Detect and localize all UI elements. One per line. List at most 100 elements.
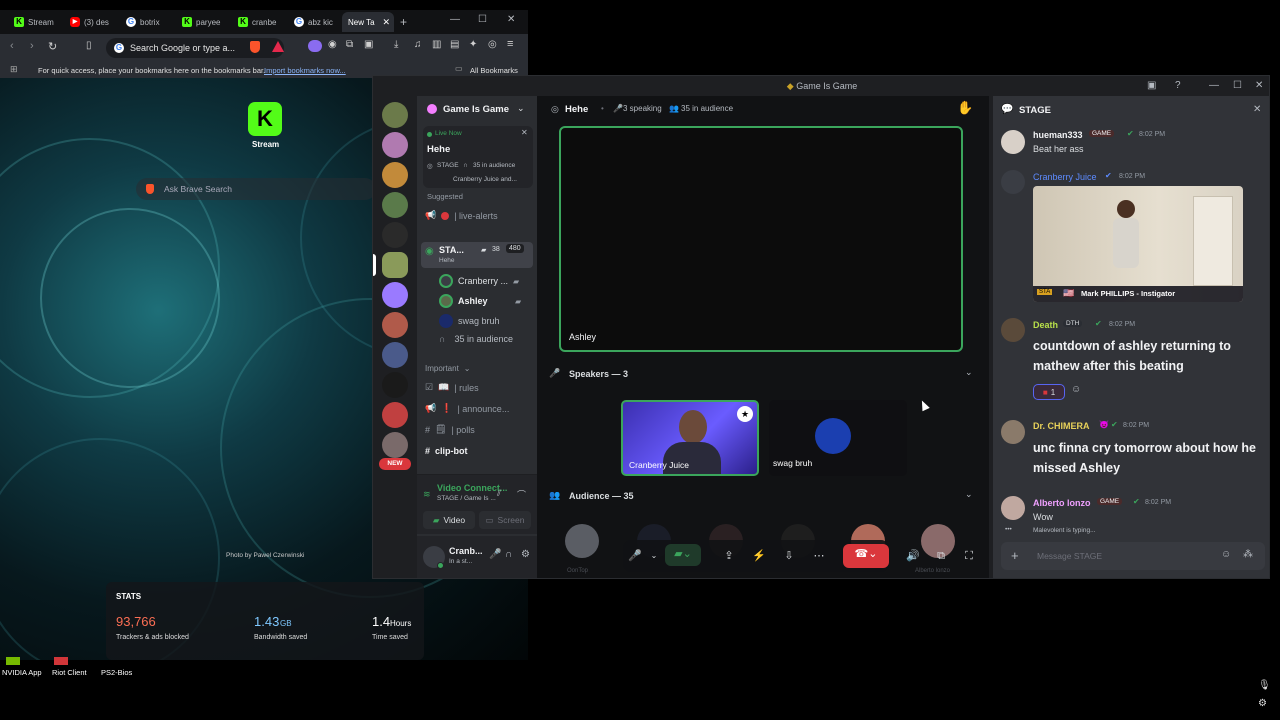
tab-botrix[interactable]: G botrix [120, 12, 172, 32]
close-window-icon[interactable]: ✕ [507, 14, 515, 25]
minimize-icon[interactable]: — [1209, 76, 1219, 96]
popout-icon[interactable]: ⧉ [931, 546, 951, 566]
channel-polls[interactable]: # 🗒 | polls [425, 424, 475, 435]
disconnect-icon[interactable]: ⌒ [517, 488, 526, 501]
server-icon[interactable] [382, 372, 408, 398]
chevron-down-icon[interactable]: ⌄ [965, 367, 973, 378]
minimize-icon[interactable]: — [450, 14, 460, 25]
share-screen-icon[interactable]: ⇪ [719, 546, 739, 566]
all-bookmarks-button[interactable]: All Bookmarks [470, 66, 518, 75]
help-icon[interactable]: ? [1175, 76, 1181, 96]
tab-abz[interactable]: G abz kic [288, 12, 340, 32]
raise-hand-icon[interactable]: ✋ [957, 100, 973, 116]
maximize-icon[interactable]: ☐ [478, 14, 487, 25]
main-video-tile[interactable]: Ashley [559, 126, 963, 352]
tab-youtube[interactable]: ▶ (3) des [64, 12, 116, 32]
server-icon[interactable] [382, 162, 408, 188]
server-icon[interactable] [382, 342, 408, 368]
chevron-down-icon[interactable]: ⌄ [517, 103, 525, 114]
member-cranberry[interactable]: Cranberry ... ▰ [439, 274, 519, 288]
settings-tray-icon[interactable]: ⚙ [1258, 698, 1267, 709]
avatar[interactable] [1001, 130, 1025, 154]
message-author[interactable]: Cranberry Juice [1033, 172, 1097, 182]
vpn-icon[interactable]: ◎ [488, 39, 497, 50]
channel-clip-bot[interactable]: # clip-bot [425, 446, 468, 456]
tab-new[interactable]: New Ta ✕ [342, 12, 394, 32]
channel-stage-active[interactable]: ◉ STA... ▰ 38 480 Hehe [421, 242, 533, 268]
reload-icon[interactable]: ↻ [48, 40, 57, 53]
video-button[interactable]: ▰ Video [423, 511, 475, 529]
import-bookmarks-link[interactable]: Import bookmarks now... [264, 66, 346, 75]
avatar[interactable] [1001, 170, 1025, 194]
server-icon[interactable] [382, 222, 408, 248]
server-icon[interactable] [382, 402, 408, 428]
riot-icon[interactable] [54, 657, 68, 665]
tab-stream[interactable]: K Stream [8, 12, 60, 32]
move-to-audience-icon[interactable]: ⇩ [779, 546, 799, 566]
member-ashley[interactable]: Ashley ▰ [439, 294, 521, 308]
brave-shields-icon[interactable] [250, 41, 260, 53]
tab-paryee[interactable]: K paryee [176, 12, 228, 32]
new-tab-icon[interactable]: + [400, 15, 407, 29]
server-icon[interactable] [382, 282, 408, 308]
camera-button[interactable]: ▰⌄ [665, 544, 701, 566]
avatar[interactable] [1001, 420, 1025, 444]
taskbar-ps2[interactable]: PS2-Bios [101, 668, 132, 677]
sidebar-icon[interactable]: ▥ [432, 39, 441, 50]
gear-icon[interactable]: ⚙ [521, 549, 530, 560]
apps-icon[interactable]: ⁂ [1243, 549, 1253, 560]
screen-button[interactable]: ▭ Screen [479, 511, 531, 529]
tab-cranbe[interactable]: K cranbe [232, 12, 284, 32]
inbox-icon[interactable]: ▣ [1147, 76, 1156, 96]
photo-credit[interactable]: Photo by Pawel Czerwinski [226, 552, 304, 559]
maximize-icon[interactable]: ☐ [1233, 76, 1242, 96]
download-icon[interactable]: ⤓ [394, 39, 398, 50]
close-tab-icon[interactable]: ✕ [382, 17, 390, 28]
channel-announcements[interactable]: 📢 ❗ | announce... [425, 403, 509, 414]
extension-icon[interactable]: ◉ [328, 39, 337, 50]
speaker-tile-cranberry[interactable]: ★ Cranberry Juice [621, 400, 759, 476]
reaction[interactable]: ■ 1 [1033, 384, 1065, 400]
message-author[interactable]: Alberto lonzo [1033, 498, 1091, 508]
leo-icon[interactable] [308, 40, 322, 52]
microphone-icon[interactable]: 🎤 [625, 546, 645, 566]
back-icon[interactable]: ‹ [10, 40, 14, 52]
mic-tray-icon[interactable]: 🎙 [1258, 680, 1271, 691]
server-icon[interactable] [382, 312, 408, 338]
add-attachment-icon[interactable]: + [1011, 548, 1019, 563]
volume-icon[interactable]: 🔊 [903, 546, 923, 566]
microphone-icon[interactable]: 🎤 [489, 549, 501, 560]
leave-call-button[interactable]: ☎⌄ [843, 544, 889, 568]
headphones-icon[interactable]: ∩ [505, 549, 512, 560]
member-swag-bruh[interactable]: swag bruh [439, 314, 500, 328]
username[interactable]: Cranb... [449, 546, 483, 556]
server-icon[interactable] [382, 102, 408, 128]
chevron-down-icon[interactable]: ⌄ [644, 546, 664, 566]
gif-embed[interactable]: STA 🇺🇸 Mark PHILLIPS - Instigator [1033, 186, 1243, 302]
avatar[interactable] [1001, 318, 1025, 342]
brave-search-box[interactable]: Ask Brave Search [136, 178, 376, 200]
kick-icon[interactable]: K [248, 102, 282, 136]
server-icon[interactable] [382, 432, 408, 458]
emoji-icon[interactable]: ☺ [1221, 549, 1231, 560]
audience-avatar[interactable] [565, 524, 599, 558]
ai-icon[interactable]: ✦ [469, 39, 477, 50]
menu-icon[interactable]: ≡ [507, 38, 513, 50]
bookmark-icon[interactable]: ▯ [86, 40, 92, 51]
more-icon[interactable]: ⋯ [809, 546, 829, 566]
brave-rewards-icon[interactable] [272, 41, 284, 52]
speaker-tile-swag-bruh[interactable]: swag bruh [769, 400, 907, 476]
nvidia-icon[interactable] [6, 657, 20, 665]
close-window-icon[interactable]: ✕ [1255, 76, 1263, 96]
media-icon[interactable]: ♫ [414, 39, 422, 50]
channel-rules[interactable]: ☑ 📖 | rules [425, 382, 479, 393]
avatar[interactable] [1001, 496, 1025, 520]
activity-icon[interactable]: ⚡ [749, 546, 769, 566]
close-icon[interactable]: ✕ [1253, 104, 1261, 115]
apps-icon[interactable]: ⊞ [10, 64, 18, 75]
wallet-2-icon[interactable]: ▤ [450, 39, 459, 50]
noise-suppression-icon[interactable]: ⫽ [497, 488, 501, 499]
voice-location[interactable]: STAGE / Game Is ... [437, 495, 496, 502]
fullscreen-icon[interactable]: ⛶ [959, 546, 979, 566]
taskbar-nvidia[interactable]: NVIDIA App [2, 668, 42, 677]
